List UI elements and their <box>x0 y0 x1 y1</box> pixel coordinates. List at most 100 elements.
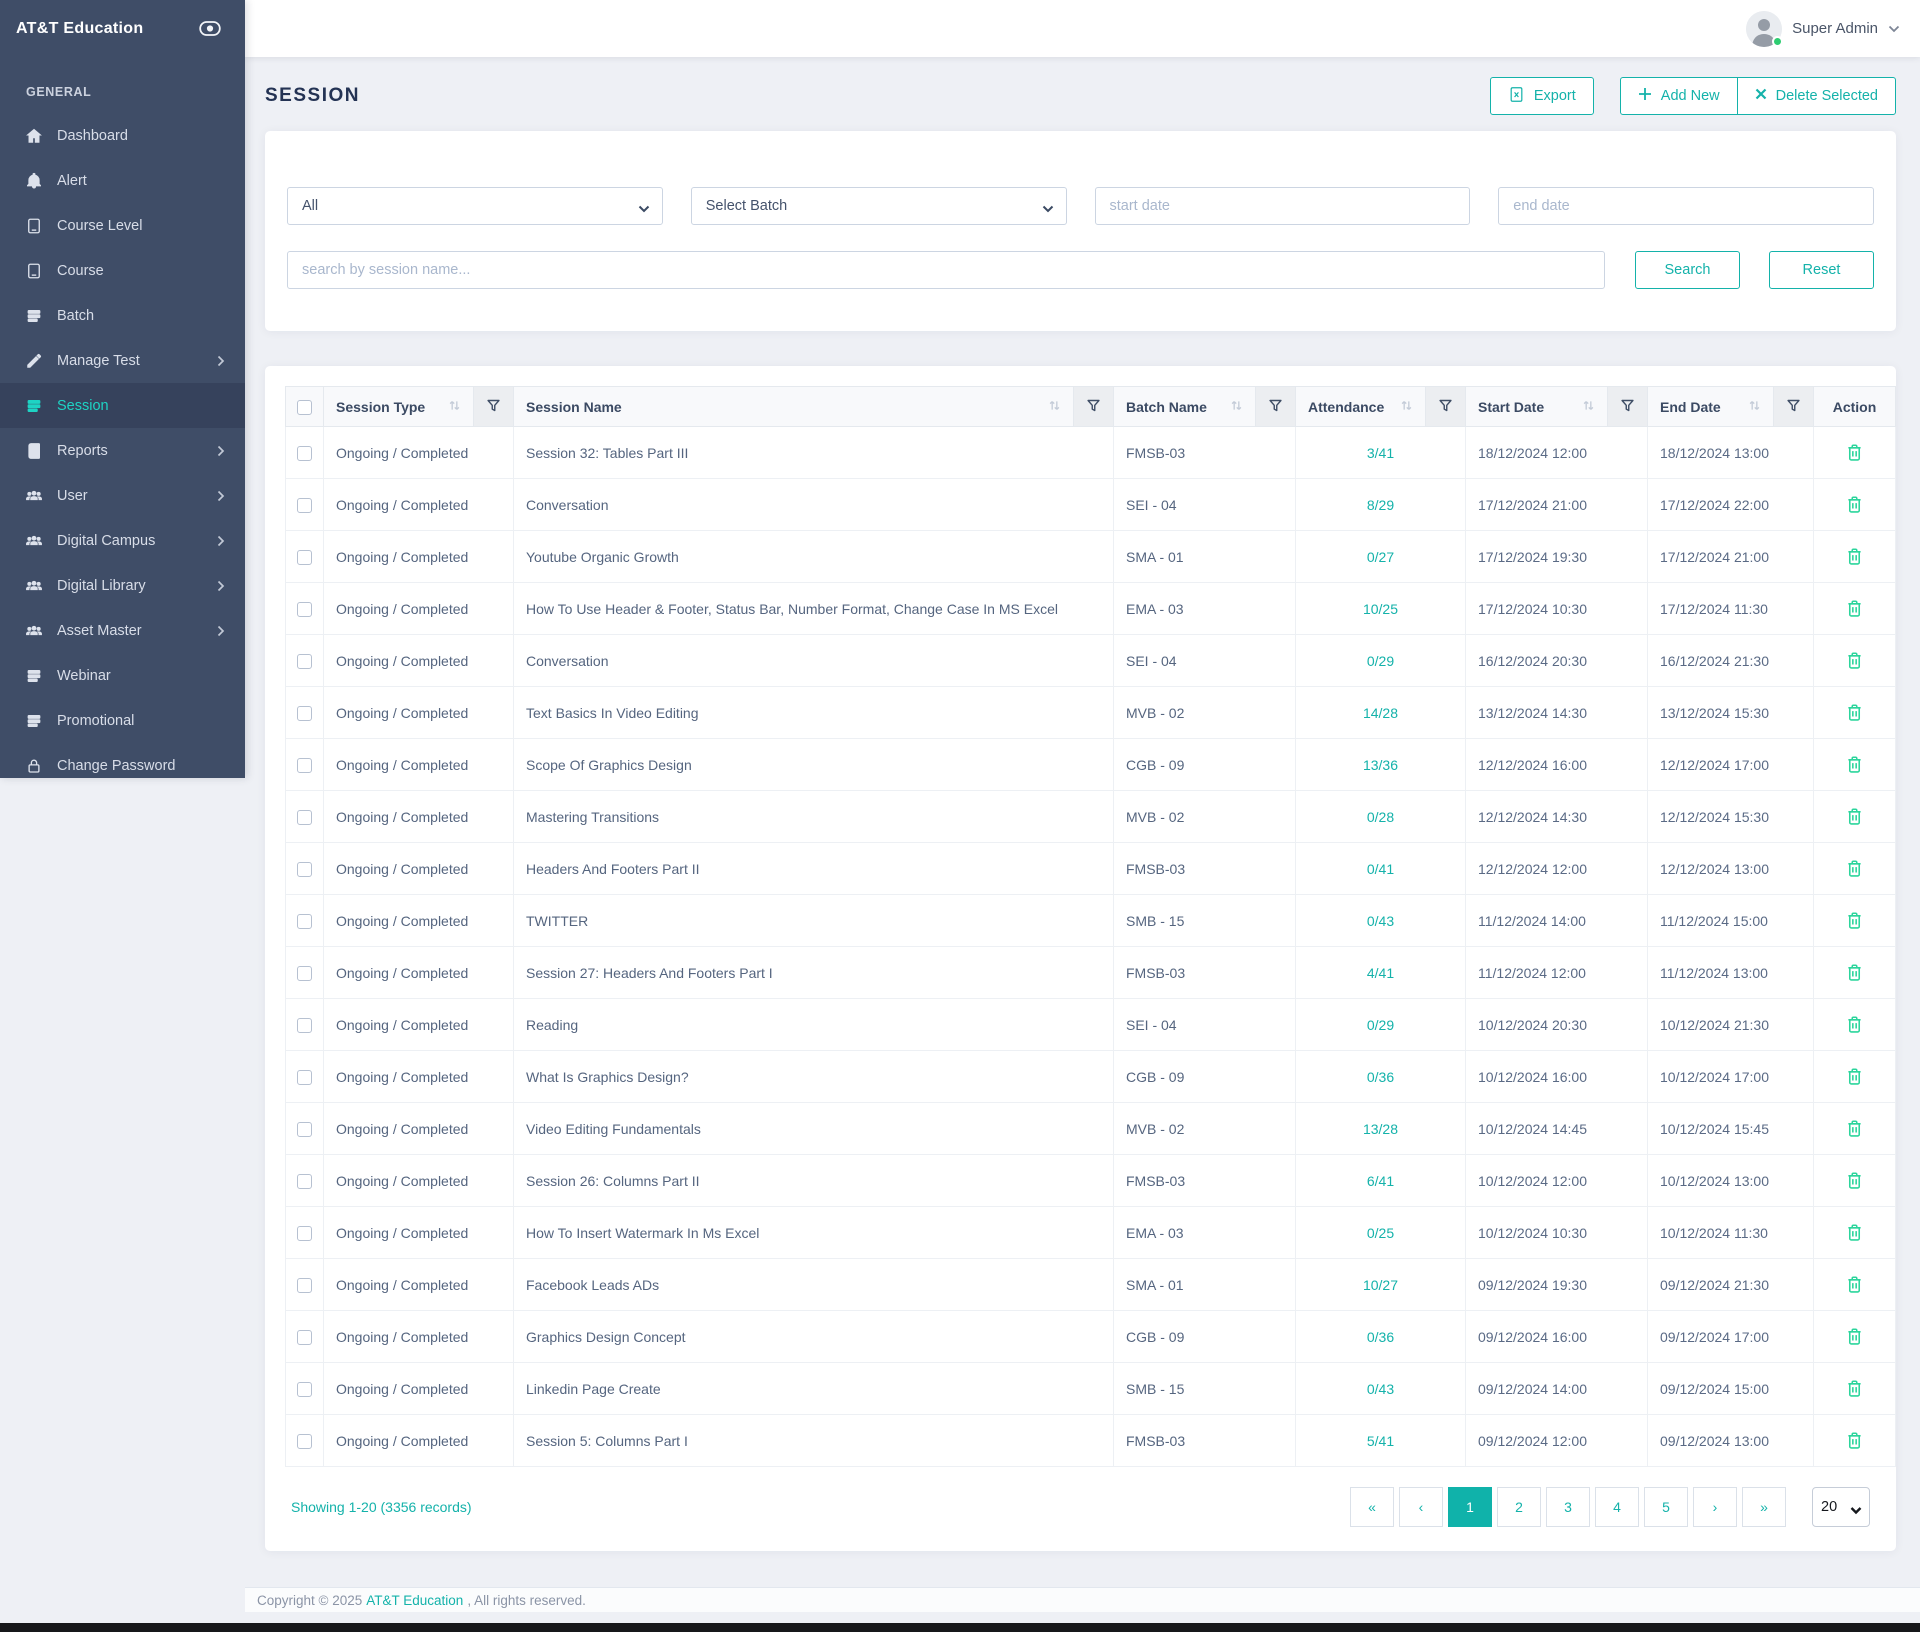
attendance-link[interactable]: 0/36 <box>1367 1069 1394 1085</box>
row-checkbox[interactable] <box>297 757 312 773</box>
sidebar-item-promotional[interactable]: Promotional <box>0 698 245 743</box>
last-page-button[interactable]: » <box>1742 1487 1786 1527</box>
attendance-link[interactable]: 3/41 <box>1367 445 1394 461</box>
sidebar-item-alert[interactable]: Alert <box>0 158 245 203</box>
filter-funnel-icon[interactable] <box>1773 386 1814 427</box>
sidebar-item-batch[interactable]: Batch <box>0 293 245 338</box>
delete-row-button[interactable] <box>1842 752 1867 777</box>
row-checkbox[interactable] <box>297 1017 312 1033</box>
attendance-link[interactable]: 0/27 <box>1367 549 1394 565</box>
sort-icon[interactable] <box>1400 399 1413 415</box>
sidebar-item-course-level[interactable]: Course Level <box>0 203 245 248</box>
session-search-input[interactable] <box>287 251 1605 289</box>
footer-brand-link[interactable]: AT&T Education <box>366 1593 463 1608</box>
attendance-link[interactable]: 0/41 <box>1367 861 1394 877</box>
per-page-select[interactable]: 20 <box>1812 1487 1870 1527</box>
sidebar-item-course[interactable]: Course <box>0 248 245 293</box>
sidebar-item-digital-library[interactable]: Digital Library <box>0 563 245 608</box>
first-page-button[interactable]: « <box>1350 1487 1394 1527</box>
filter-funnel-icon[interactable] <box>473 386 514 427</box>
column-header-end-date[interactable]: End Date <box>1647 386 1774 427</box>
delete-row-button[interactable] <box>1842 492 1867 517</box>
delete-row-button[interactable] <box>1842 1064 1867 1089</box>
sort-icon[interactable] <box>1748 399 1761 415</box>
page-button-3[interactable]: 3 <box>1546 1487 1590 1527</box>
attendance-link[interactable]: 10/27 <box>1363 1277 1398 1293</box>
page-button-2[interactable]: 2 <box>1497 1487 1541 1527</box>
row-checkbox[interactable] <box>297 1121 312 1137</box>
filter-funnel-icon[interactable] <box>1073 386 1114 427</box>
sort-icon[interactable] <box>448 399 461 415</box>
delete-row-button[interactable] <box>1842 908 1867 933</box>
row-checkbox[interactable] <box>297 1433 312 1449</box>
attendance-link[interactable]: 0/43 <box>1367 913 1394 929</box>
filter-funnel-icon[interactable] <box>1607 386 1648 427</box>
row-checkbox[interactable] <box>297 1225 312 1241</box>
row-checkbox[interactable] <box>297 913 312 929</box>
delete-selected-button[interactable]: Delete Selected <box>1736 77 1896 115</box>
column-header-batch-name[interactable]: Batch Name <box>1113 386 1256 427</box>
next-page-button[interactable]: › <box>1693 1487 1737 1527</box>
sort-icon[interactable] <box>1582 399 1595 415</box>
sidebar-item-dashboard[interactable]: Dashboard <box>0 113 245 158</box>
column-header-start-date[interactable]: Start Date <box>1465 386 1608 427</box>
row-checkbox[interactable] <box>297 809 312 825</box>
attendance-link[interactable]: 13/36 <box>1363 757 1398 773</box>
end-date-input[interactable] <box>1498 187 1874 225</box>
sidebar-item-change-password[interactable]: Change Password <box>0 743 245 788</box>
delete-row-button[interactable] <box>1842 1272 1867 1297</box>
attendance-link[interactable]: 0/43 <box>1367 1381 1394 1397</box>
sidebar-item-manage-test[interactable]: Manage Test <box>0 338 245 383</box>
attendance-link[interactable]: 4/41 <box>1367 965 1394 981</box>
delete-row-button[interactable] <box>1842 440 1867 465</box>
row-checkbox[interactable] <box>297 1329 312 1345</box>
column-header-session-type[interactable]: Session Type <box>323 386 474 427</box>
batch-select[interactable]: Select Batch <box>690 187 1067 225</box>
row-checkbox[interactable] <box>297 549 312 565</box>
search-button[interactable]: Search <box>1635 251 1740 289</box>
sidebar-item-user[interactable]: User <box>0 473 245 518</box>
row-checkbox[interactable] <box>297 1069 312 1085</box>
filter-funnel-icon[interactable] <box>1255 386 1296 427</box>
sidebar-item-reports[interactable]: Reports <box>0 428 245 473</box>
attendance-link[interactable]: 0/29 <box>1367 1017 1394 1033</box>
sidebar-item-digital-campus[interactable]: Digital Campus <box>0 518 245 563</box>
export-button[interactable]: Export <box>1489 77 1594 115</box>
row-checkbox[interactable] <box>297 497 312 513</box>
delete-row-button[interactable] <box>1842 700 1867 725</box>
sidebar-item-asset-master[interactable]: Asset Master <box>0 608 245 653</box>
page-button-4[interactable]: 4 <box>1595 1487 1639 1527</box>
row-checkbox[interactable] <box>297 1173 312 1189</box>
delete-row-button[interactable] <box>1842 1324 1867 1349</box>
page-button-1[interactable]: 1 <box>1448 1487 1492 1527</box>
delete-row-button[interactable] <box>1842 1428 1867 1453</box>
delete-row-button[interactable] <box>1842 596 1867 621</box>
row-checkbox[interactable] <box>297 445 312 461</box>
attendance-link[interactable]: 14/28 <box>1363 705 1398 721</box>
session-type-select[interactable]: All <box>287 187 663 225</box>
delete-row-button[interactable] <box>1842 856 1867 881</box>
row-checkbox[interactable] <box>297 705 312 721</box>
sort-icon[interactable] <box>1048 399 1061 415</box>
filter-funnel-icon[interactable] <box>1425 386 1466 427</box>
attendance-link[interactable]: 5/41 <box>1367 1433 1394 1449</box>
attendance-link[interactable]: 0/36 <box>1367 1329 1394 1345</box>
user-menu[interactable]: Super Admin <box>1746 10 1900 47</box>
sort-icon[interactable] <box>1230 399 1243 415</box>
select-all-checkbox[interactable] <box>297 399 312 415</box>
start-date-input[interactable] <box>1094 187 1471 225</box>
delete-row-button[interactable] <box>1842 1116 1867 1141</box>
row-checkbox[interactable] <box>297 1277 312 1293</box>
add-new-button[interactable]: Add New <box>1619 77 1738 115</box>
attendance-link[interactable]: 0/28 <box>1367 809 1394 825</box>
delete-row-button[interactable] <box>1842 804 1867 829</box>
delete-row-button[interactable] <box>1842 960 1867 985</box>
sidebar-toggle-icon[interactable] <box>199 18 221 39</box>
row-checkbox[interactable] <box>297 601 312 617</box>
row-checkbox[interactable] <box>297 965 312 981</box>
page-button-5[interactable]: 5 <box>1644 1487 1688 1527</box>
sidebar-item-session[interactable]: Session <box>0 383 245 428</box>
delete-row-button[interactable] <box>1842 1220 1867 1245</box>
attendance-link[interactable]: 8/29 <box>1367 497 1394 513</box>
row-checkbox[interactable] <box>297 1381 312 1397</box>
